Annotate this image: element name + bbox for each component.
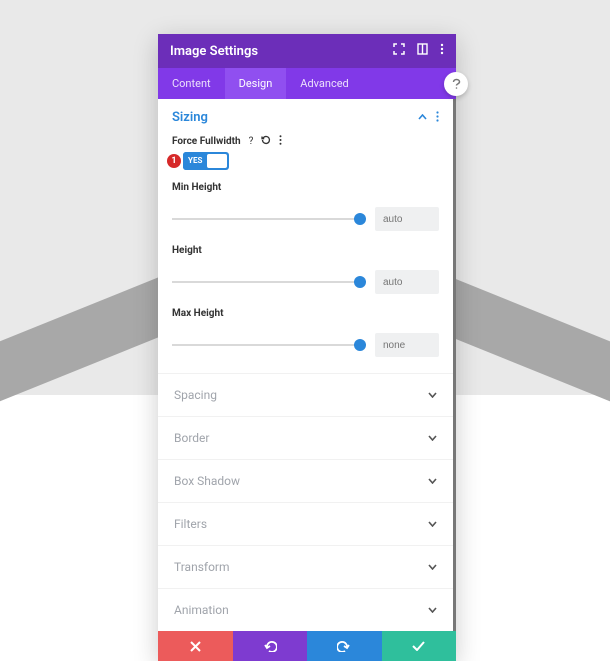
snap-icon[interactable]	[417, 43, 428, 59]
collapse-icon[interactable]	[418, 112, 427, 123]
modal-header-actions	[393, 43, 444, 59]
box-shadow-label: Box Shadow	[174, 474, 240, 488]
spacing-label: Spacing	[174, 388, 217, 402]
section-kebab-icon[interactable]	[436, 111, 439, 125]
box-shadow-accordion[interactable]: Box Shadow	[158, 459, 453, 502]
reset-icon[interactable]	[261, 135, 271, 148]
min-height-slider[interactable]	[172, 218, 361, 220]
transform-accordion[interactable]: Transform	[158, 545, 453, 588]
force-fullwidth-field: Force Fullwidth ? 1 YES	[158, 131, 453, 172]
sizing-section-actions	[418, 111, 439, 125]
height-slider-thumb[interactable]	[354, 276, 366, 288]
help-bubble-icon[interactable]	[444, 72, 468, 96]
min-height-label: Min Height	[172, 182, 439, 193]
chevron-down-icon	[428, 605, 437, 616]
force-fullwidth-label-row: Force Fullwidth ?	[172, 135, 439, 148]
sizing-section-title: Sizing	[172, 110, 208, 125]
modal-title: Image Settings	[170, 44, 258, 59]
kebab-menu-icon[interactable]	[440, 43, 444, 59]
max-height-slider-thumb[interactable]	[354, 339, 366, 351]
animation-accordion[interactable]: Animation	[158, 588, 453, 631]
modal-tabs: Content Design Advanced	[158, 68, 456, 99]
max-height-label: Max Height	[172, 308, 439, 319]
modal-header: Image Settings	[158, 34, 456, 68]
spacing-accordion[interactable]: Spacing	[158, 373, 453, 416]
design-panel: Sizing Force Fullwidth ?	[158, 99, 456, 631]
chevron-down-icon	[428, 390, 437, 401]
tab-content[interactable]: Content	[158, 68, 225, 99]
settings-modal: Image Settings Content Design Advanced S…	[158, 34, 456, 661]
undo-button[interactable]	[233, 631, 308, 661]
tab-advanced[interactable]: Advanced	[286, 68, 362, 99]
chevron-down-icon	[428, 433, 437, 444]
field-kebab-icon[interactable]	[279, 135, 282, 148]
height-row	[172, 270, 439, 294]
chevron-down-icon	[428, 519, 437, 530]
filters-label: Filters	[174, 517, 207, 531]
annotation-badge: 1	[167, 154, 181, 168]
transform-label: Transform	[174, 560, 230, 574]
help-icon[interactable]: ?	[249, 136, 254, 147]
cancel-button[interactable]	[158, 631, 233, 661]
border-label: Border	[174, 431, 209, 445]
max-height-slider[interactable]	[172, 344, 361, 346]
toggle-knob	[207, 154, 227, 168]
filters-accordion[interactable]: Filters	[158, 502, 453, 545]
expand-icon[interactable]	[393, 43, 405, 59]
min-height-row	[172, 207, 439, 231]
height-field: Height	[158, 235, 453, 298]
modal-footer	[158, 631, 456, 661]
height-label: Height	[172, 245, 439, 256]
chevron-down-icon	[428, 562, 437, 573]
height-slider[interactable]	[172, 281, 361, 283]
min-height-input[interactable]	[375, 207, 439, 231]
min-height-field: Min Height	[158, 172, 453, 235]
toggle-yes-label: YES	[183, 152, 207, 170]
height-input[interactable]	[375, 270, 439, 294]
force-fullwidth-toggle[interactable]: YES	[183, 152, 229, 170]
confirm-button[interactable]	[382, 631, 457, 661]
force-fullwidth-toggle-row: 1 YES	[172, 152, 439, 170]
animation-label: Animation	[174, 603, 229, 617]
chevron-down-icon	[428, 476, 437, 487]
max-height-row	[172, 333, 439, 357]
sizing-section-header[interactable]: Sizing	[158, 99, 453, 131]
max-height-input[interactable]	[375, 333, 439, 357]
max-height-field: Max Height	[158, 298, 453, 373]
tab-design[interactable]: Design	[225, 68, 287, 99]
force-fullwidth-label: Force Fullwidth	[172, 136, 241, 147]
border-accordion[interactable]: Border	[158, 416, 453, 459]
min-height-slider-thumb[interactable]	[354, 213, 366, 225]
redo-button[interactable]	[307, 631, 382, 661]
